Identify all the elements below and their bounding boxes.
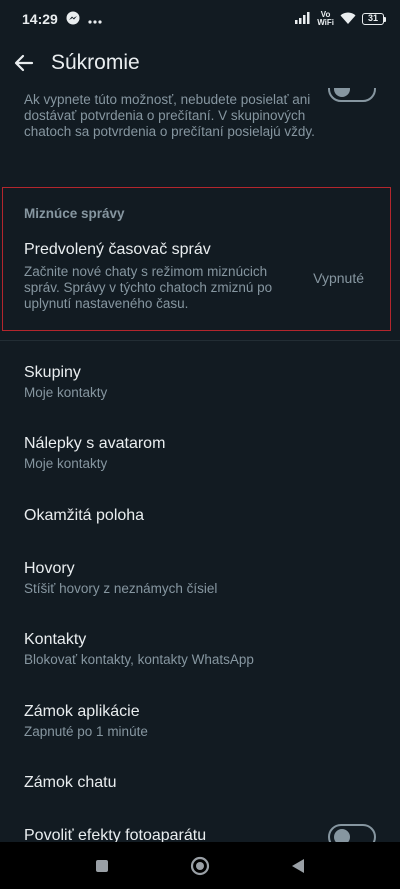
toggle-knob: [334, 829, 350, 842]
setting-title: Zámok chatu: [24, 774, 117, 791]
divider: [0, 340, 400, 341]
setting-title: Hovory: [24, 560, 75, 577]
setting-subtitle: Zapnuté po 1 minúte: [24, 724, 148, 739]
recents-square-icon: [96, 859, 108, 872]
setting-title: Skupiny: [24, 364, 81, 381]
default-timer-title[interactable]: Predvolený časovač správ: [24, 241, 211, 259]
setting-title: Nálepky s avatarom: [24, 435, 166, 452]
setting-calls[interactable]: Hovory Stíšiť hovory z neznámych čísiel: [24, 559, 376, 598]
toggle-knob: [334, 88, 350, 97]
app-bar: Súkromie: [0, 38, 400, 88]
setting-groups[interactable]: Skupiny Moje kontakty: [24, 363, 376, 402]
settings-list[interactable]: Ak vypnete túto možnosť, nebudete posiel…: [0, 88, 400, 842]
setting-subtitle: Stíšiť hovory z neznámych čísiel: [24, 581, 218, 596]
more-dots-icon: [88, 11, 102, 27]
read-receipts-toggle[interactable]: [328, 88, 376, 102]
recents-button[interactable]: [90, 854, 114, 878]
wifi-calling-label: WiFi: [317, 18, 334, 27]
home-circle-icon: [190, 856, 210, 875]
status-time: 14:29: [22, 11, 58, 27]
setting-avatar-stickers[interactable]: Nálepky s avatarom Moje kontakty: [24, 434, 376, 473]
volte-indicator: Vo WiFi: [317, 11, 334, 27]
status-bar: 14:29 Vo WiFi 31: [0, 0, 400, 38]
back-button[interactable]: [0, 39, 48, 87]
camera-effects-toggle[interactable]: [328, 824, 376, 842]
setting-camera-effects[interactable]: Povoliť efekty fotoaparátu: [24, 826, 314, 842]
battery-level: 31: [362, 13, 384, 25]
signal-icon: [295, 11, 311, 27]
arrow-left-icon: [14, 54, 34, 72]
wifi-icon: [340, 11, 356, 27]
setting-app-lock[interactable]: Zámok aplikácie Zapnuté po 1 minúte: [24, 702, 376, 741]
setting-subtitle: Blokovať kontakty, kontakty WhatsApp: [24, 652, 254, 667]
default-timer-value[interactable]: Vypnuté: [313, 270, 364, 286]
battery-tip: [384, 16, 386, 22]
section-header-disappearing: Miznúce správy: [24, 206, 125, 221]
setting-chat-lock[interactable]: Zámok chatu: [24, 773, 376, 793]
system-nav-bar: [0, 842, 400, 889]
setting-subtitle: Moje kontakty: [24, 456, 108, 471]
home-button[interactable]: [188, 854, 212, 878]
setting-title: Povoliť efekty fotoaparátu: [24, 827, 207, 842]
setting-contacts[interactable]: Kontakty Blokovať kontakty, kontakty Wha…: [24, 630, 376, 669]
back-triangle-icon: [292, 858, 304, 873]
setting-live-location[interactable]: Okamžitá poloha: [24, 506, 376, 526]
setting-title: Kontakty: [24, 631, 87, 648]
system-back-button[interactable]: [286, 854, 310, 878]
page-title: Súkromie: [51, 51, 140, 74]
messenger-icon: [66, 11, 80, 28]
read-receipts-description: Ak vypnete túto možnosť, nebudete posiel…: [24, 92, 315, 139]
setting-title: Okamžitá poloha: [24, 507, 145, 524]
default-timer-description: Začnite nové chaty s režimom miznúcich s…: [24, 264, 273, 311]
battery-icon: 31: [362, 13, 386, 25]
setting-title: Zámok aplikácie: [24, 703, 140, 720]
setting-subtitle: Moje kontakty: [24, 385, 108, 400]
